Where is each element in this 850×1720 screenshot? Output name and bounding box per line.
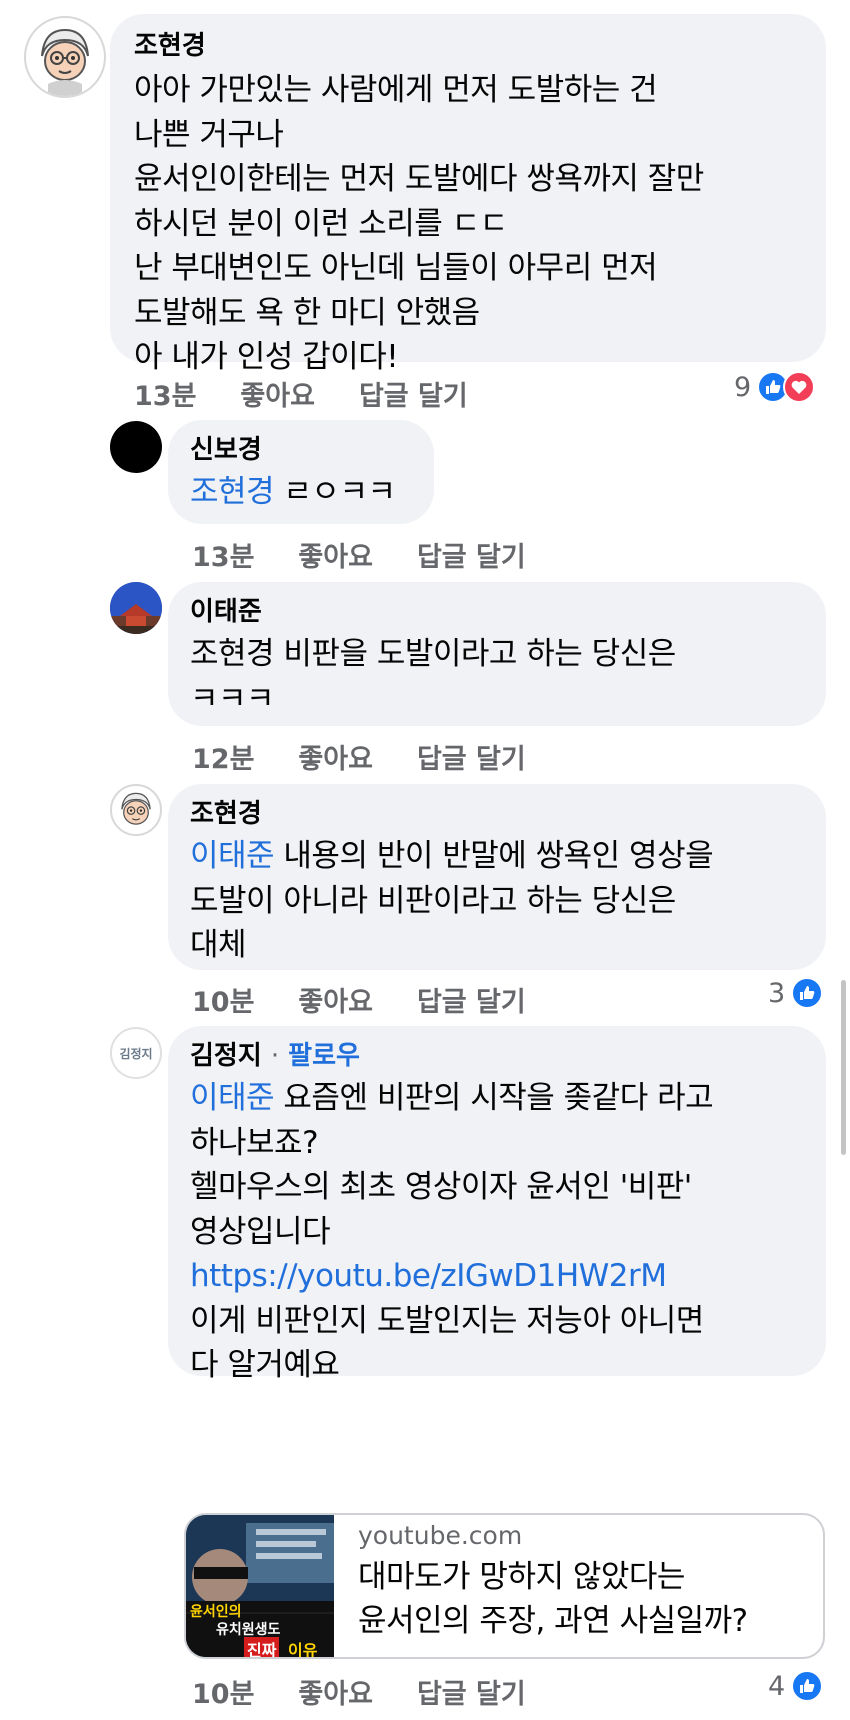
avatar[interactable]: 김정지 (110, 1027, 162, 1079)
scrollbar[interactable] (841, 980, 846, 1155)
comment-text: 이태준 요즘엔 비판의 시작을 좆같다 라고 하나보죠? 헬마우스의 최초 영상… (190, 1076, 804, 1254)
video-thumbnail[interactable]: 윤서인의 유치원생도 진짜 이유 (186, 1515, 334, 1659)
comment-bubble: 조현경 이태준 내용의 반이 반말에 쌍욕인 영상을 도발이 아니라 비판이라고… (168, 784, 826, 970)
comment-text: 조현경 비판을 도발이라고 하는 당신은 ㅋㅋㅋ (190, 636, 676, 717)
comment-actions: 10분 좋아요 답글 달기 (192, 980, 526, 1019)
comment-author[interactable]: 이태준 (190, 594, 804, 630)
comment-time[interactable]: 13분 (192, 535, 254, 574)
link-preview-card[interactable]: 윤서인의 유치원생도 진짜 이유 youtube.com 대마도가 망하지 않았… (184, 1513, 825, 1659)
comment-time[interactable]: 10분 (192, 1672, 254, 1711)
comment-time[interactable]: 10분 (192, 980, 254, 1019)
thumbnail-text-3: 진짜 (244, 1637, 280, 1657)
reply-button[interactable]: 답글 달기 (359, 374, 468, 413)
separator-dot: · (270, 1041, 280, 1071)
comment-author[interactable]: 조현경 (190, 796, 804, 832)
youtube-link[interactable]: https://youtu.be/zIGwD1HW2rM (190, 1254, 804, 1299)
reaction-summary[interactable]: 3 (768, 977, 824, 1009)
like-button[interactable]: 좋아요 (240, 374, 315, 413)
comment-actions: 12분 좋아요 답글 달기 (192, 737, 526, 776)
reaction-count: 3 (768, 977, 786, 1009)
comment-time[interactable]: 13분 (134, 374, 196, 413)
comment-bubble: 이태준 조현경 비판을 도발이라고 하는 당신은 ㅋㅋㅋ (168, 582, 826, 726)
comment-text-body: ㄹㅇㅋㅋ (274, 474, 396, 510)
thumbnail-text-1: 윤서인의 (190, 1604, 242, 1620)
cartoon-avatar-icon (113, 787, 159, 833)
like-button[interactable]: 좋아요 (298, 737, 373, 776)
comment-actions: 10분 좋아요 답글 달기 (192, 1672, 526, 1711)
avatar-label: 김정지 (119, 1046, 153, 1061)
thumbnail-text-2: 유치원생도 (216, 1622, 281, 1638)
like-reaction-icon (791, 1670, 824, 1702)
avatar[interactable] (110, 582, 162, 634)
preview-domain: youtube.com (358, 1521, 523, 1550)
comment-time[interactable]: 12분 (192, 737, 254, 776)
comment-text: 이태준 내용의 반이 반말에 쌍욕인 영상을 도발이 아니라 비판이라고 하는 … (190, 834, 804, 968)
comment-text: 조현경 ㄹㅇㅋㅋ (190, 470, 412, 515)
comment-bubble: 조현경 아아 가만있는 사람에게 먼저 도발하는 건 나쁜 거구나 윤서인이한테… (110, 14, 826, 375)
like-reaction-icon (791, 977, 824, 1009)
follow-button[interactable]: 팔로우 (288, 1041, 360, 1071)
like-button[interactable]: 좋아요 (298, 980, 373, 1019)
reaction-summary[interactable]: 4 (768, 1670, 824, 1702)
reaction-count: 4 (768, 1670, 786, 1702)
comment-author[interactable]: 조현경 (134, 28, 802, 64)
building-photo-icon (110, 582, 162, 634)
comment-author[interactable]: 김정지 (190, 1041, 262, 1071)
avatar[interactable] (24, 16, 106, 98)
comment-text-continued: 이게 비판인지 도발인지는 저능아 아니면 다 알거예요 (190, 1302, 704, 1384)
reaction-summary[interactable]: 9 (734, 371, 816, 403)
mention-link[interactable]: 이태준 (190, 1080, 275, 1116)
comment-actions: 13분 좋아요 답글 달기 (134, 374, 468, 413)
mention-link[interactable]: 이태준 (190, 838, 275, 874)
comment-author[interactable]: 신보경 (190, 432, 412, 468)
cartoon-avatar-icon (28, 20, 102, 96)
comment-actions: 13분 좋아요 답글 달기 (192, 535, 526, 574)
reaction-count: 9 (734, 371, 752, 403)
comment-text: 아아 가만있는 사람에게 먼저 도발하는 건 나쁜 거구나 윤서인이한테는 먼저… (134, 72, 704, 375)
reply-button[interactable]: 답글 달기 (417, 535, 526, 574)
mention-link[interactable]: 조현경 (190, 474, 275, 510)
comment-author-row: 김정지 · 팔로우 (190, 1038, 804, 1074)
comment-bubble: 신보경 조현경 ㄹㅇㅋㅋ (168, 420, 434, 524)
reply-button[interactable]: 답글 달기 (417, 1672, 526, 1711)
reply-button[interactable]: 답글 달기 (417, 980, 526, 1019)
reply-button[interactable]: 답글 달기 (417, 737, 526, 776)
preview-title[interactable]: 대마도가 망하지 않았다는 윤서인의 주장, 과연 사실일까? (358, 1555, 748, 1643)
like-button[interactable]: 좋아요 (298, 535, 373, 574)
thumbnail-text-4: 이유 (288, 1641, 318, 1659)
avatar[interactable] (110, 421, 162, 473)
comment-bubble: 김정지 · 팔로우 이태준 요즘엔 비판의 시작을 좆같다 라고 하나보죠? 헬… (168, 1026, 826, 1383)
avatar[interactable] (110, 784, 162, 836)
like-button[interactable]: 좋아요 (298, 1672, 373, 1711)
love-reaction-icon (783, 371, 816, 403)
